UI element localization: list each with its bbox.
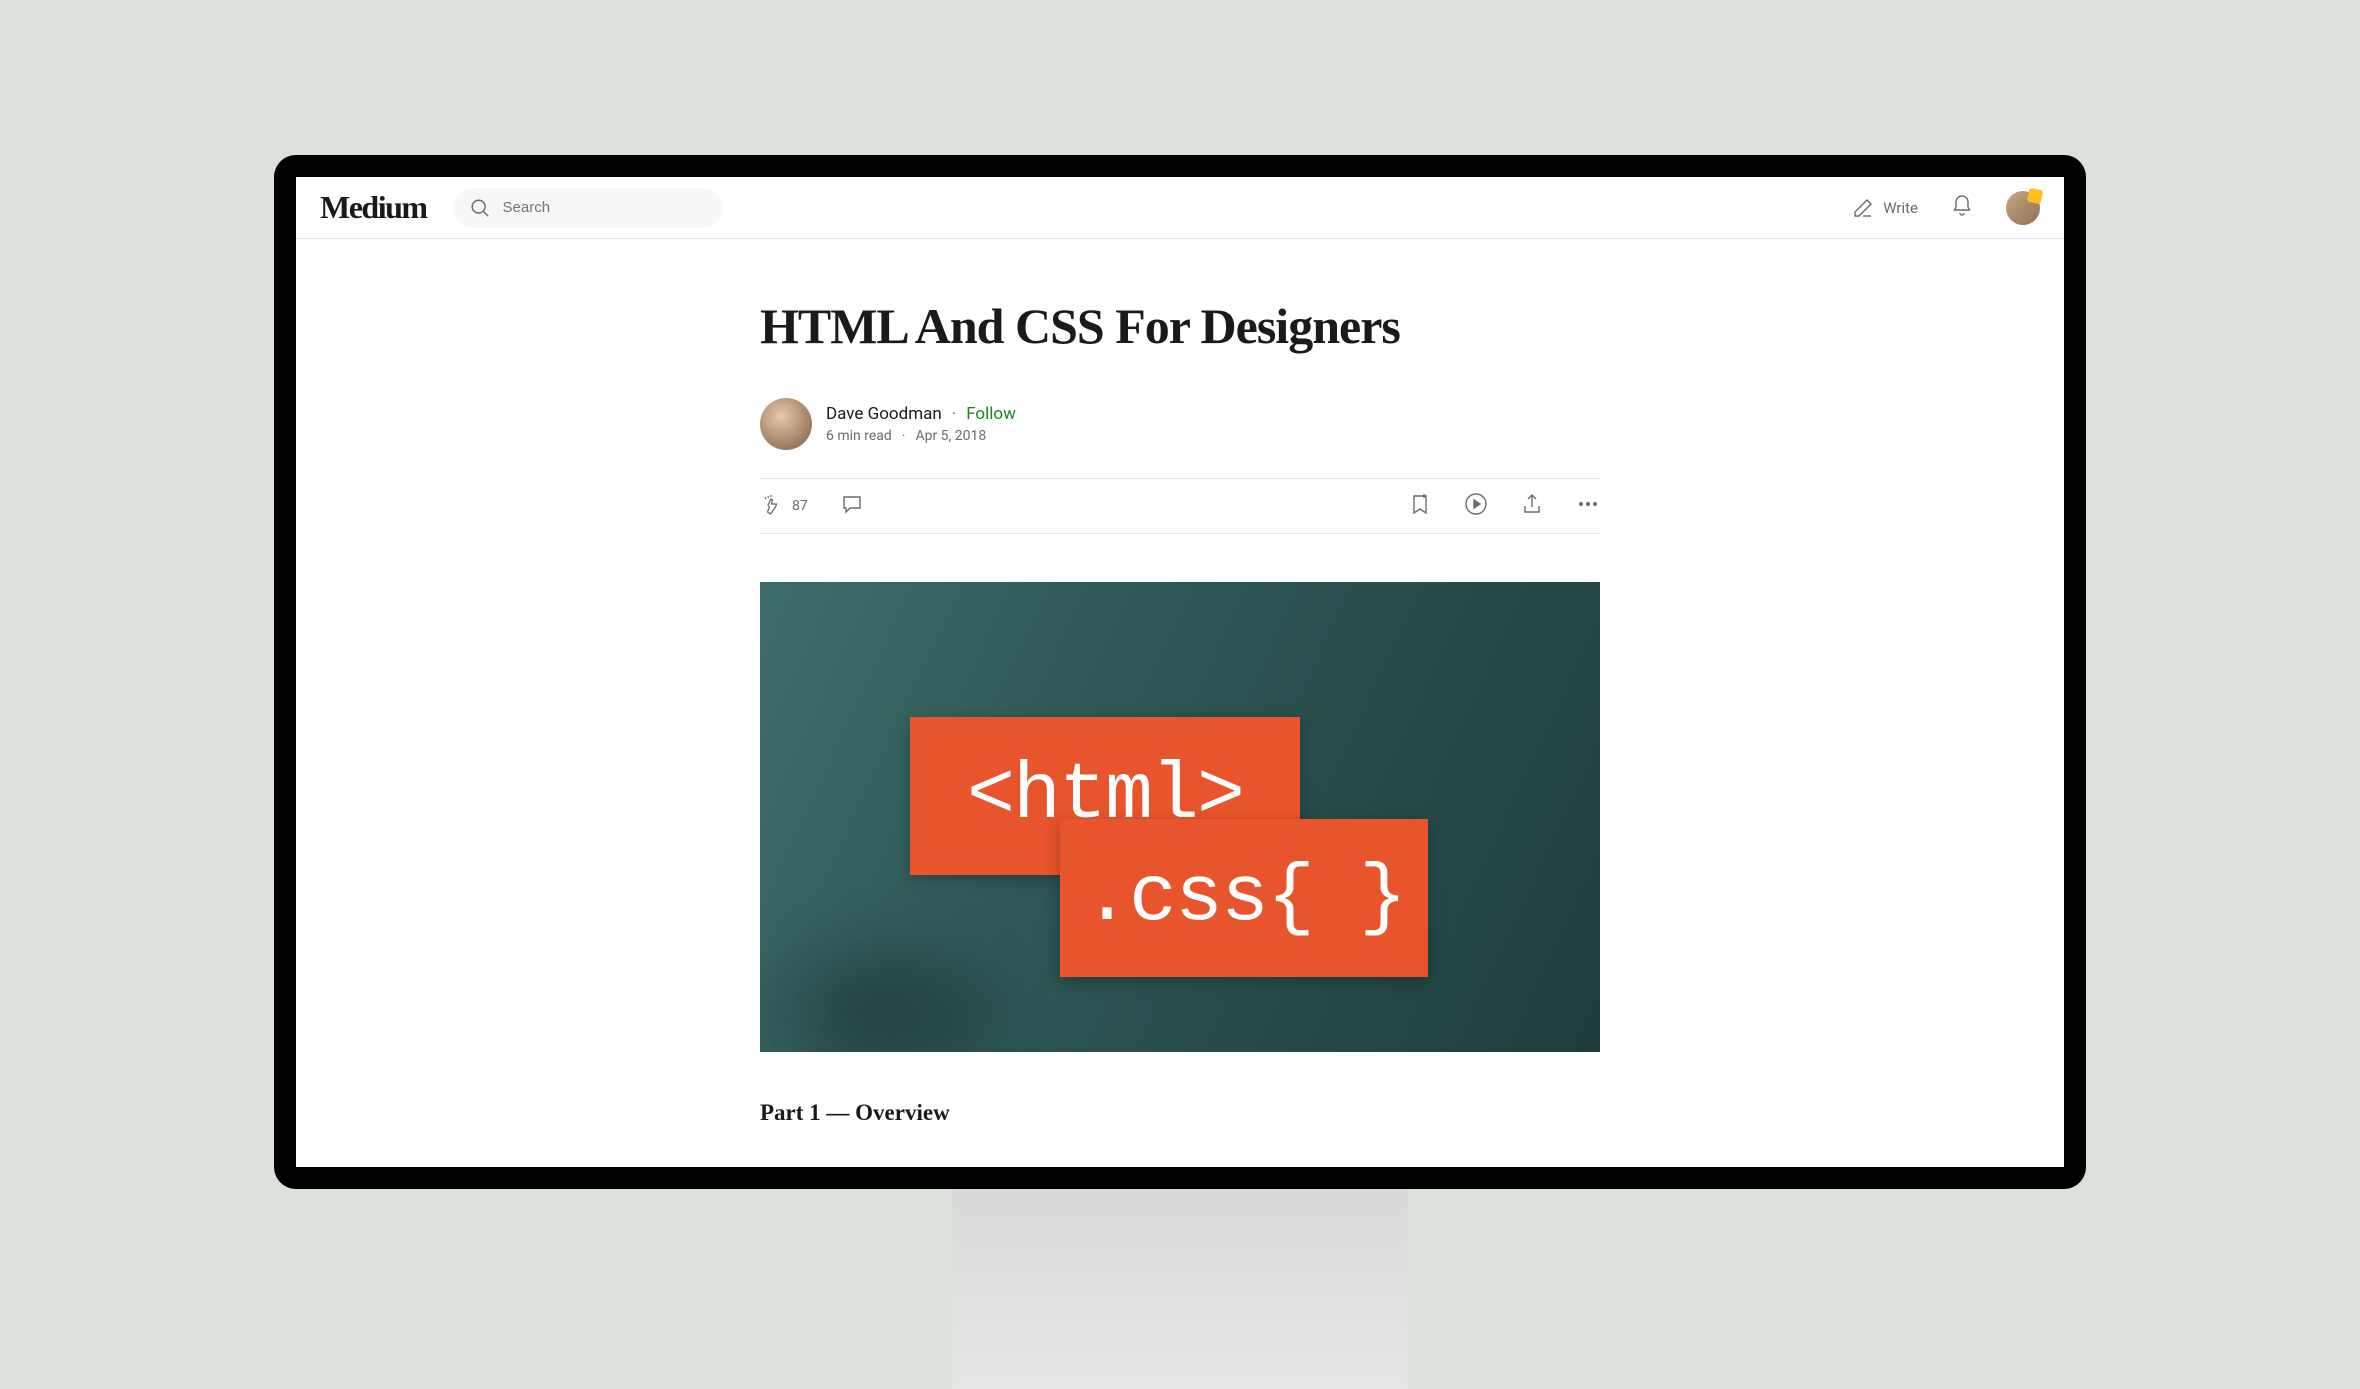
share-icon (1520, 492, 1544, 516)
bell-icon (1950, 194, 1974, 218)
search-field[interactable] (453, 188, 723, 228)
write-label: Write (1883, 199, 1918, 217)
clap-count: 87 (792, 498, 808, 514)
article-title: HTML And CSS For Designers (760, 299, 1600, 354)
listen-button[interactable] (1464, 492, 1488, 520)
comment-icon (840, 492, 864, 516)
separator-dot: · (902, 428, 906, 444)
clap-icon (760, 494, 784, 518)
publish-date: Apr 5, 2018 (915, 428, 986, 444)
share-button[interactable] (1520, 492, 1544, 520)
monitor-stand (953, 1189, 1408, 1389)
play-icon (1464, 492, 1488, 516)
more-icon (1576, 492, 1600, 516)
hero-css-tag: .css{ } (1060, 819, 1428, 977)
screen: Medium Write HTML And CSS For Designers (296, 177, 2064, 1167)
read-time: 6 min read (826, 428, 892, 444)
author-name[interactable]: Dave Goodman (826, 404, 942, 424)
clap-button[interactable]: 87 (760, 494, 808, 518)
author-row: Dave Goodman · Follow 6 min read · Apr 5… (760, 398, 1600, 450)
bookmark-icon (1408, 492, 1432, 516)
section-heading: Part 1 — Overview (760, 1100, 1600, 1126)
header: Medium Write (296, 177, 2064, 239)
bookmark-button[interactable] (1408, 492, 1432, 520)
notifications-button[interactable] (1950, 194, 1974, 222)
search-icon (469, 197, 491, 219)
site-logo[interactable]: Medium (320, 189, 427, 226)
monitor-frame: Medium Write HTML And CSS For Designers (274, 155, 2086, 1189)
more-button[interactable] (1576, 492, 1600, 520)
write-button[interactable]: Write (1851, 196, 1918, 220)
separator-dot: · (952, 404, 956, 424)
article-toolbar: 87 (760, 478, 1600, 534)
search-input[interactable] (503, 199, 707, 216)
author-avatar[interactable] (760, 398, 812, 450)
write-icon (1851, 196, 1875, 220)
user-avatar[interactable] (2006, 191, 2040, 225)
hero-image: <html> .css{ } (760, 582, 1600, 1052)
comment-button[interactable] (840, 492, 864, 520)
article: HTML And CSS For Designers Dave Goodman … (760, 239, 1600, 1126)
follow-button[interactable]: Follow (966, 404, 1016, 424)
